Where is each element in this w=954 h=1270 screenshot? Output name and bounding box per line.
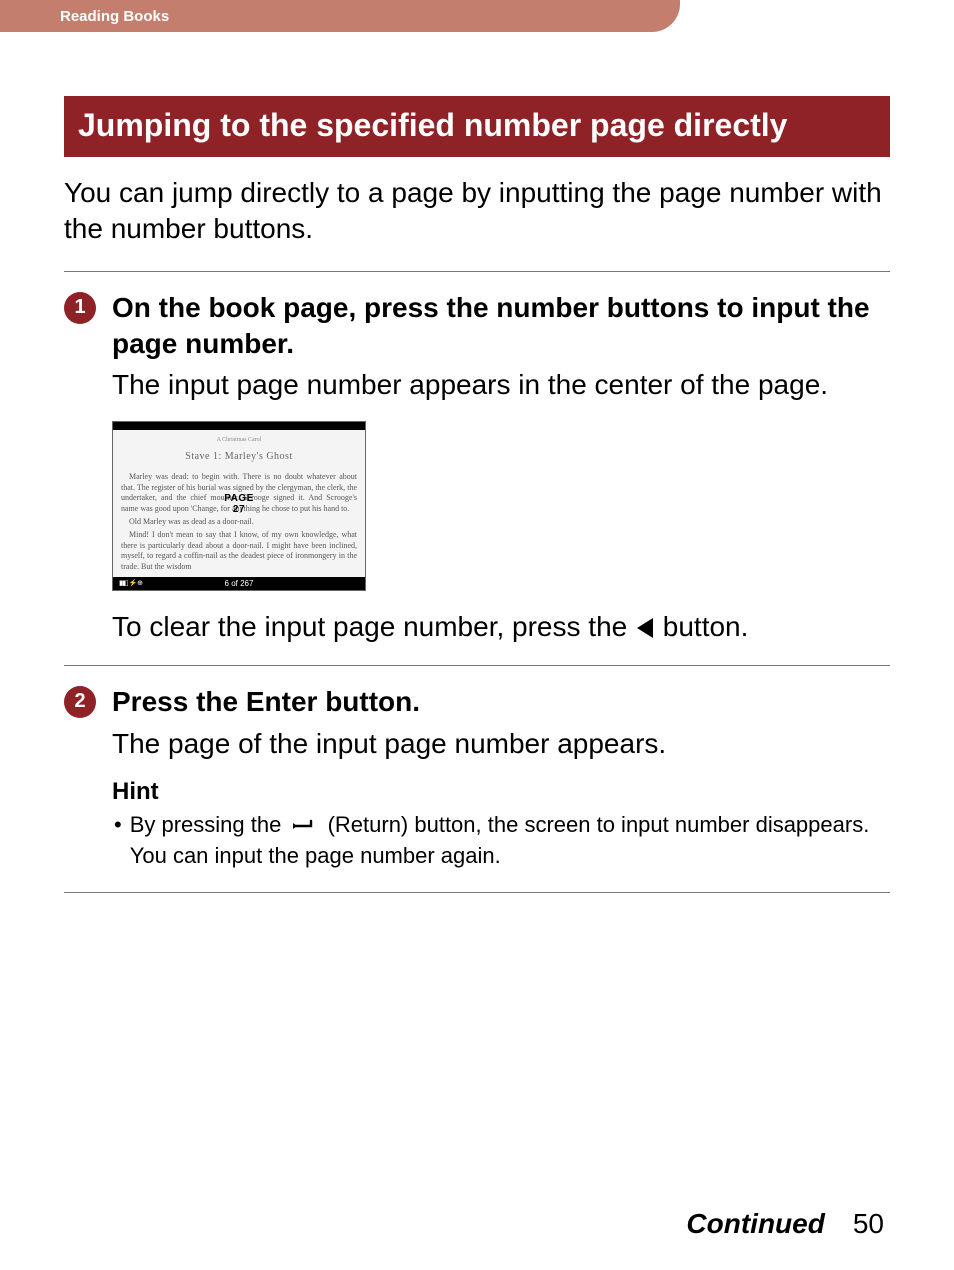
step-item: 1 On the book page, press the number but… — [64, 290, 890, 665]
intro-text: You can jump directly to a page by input… — [64, 175, 890, 247]
manual-page: Reading Books Jumping to the specified n… — [0, 0, 954, 1270]
divider — [64, 892, 890, 893]
overlay-page-number: 27 — [224, 504, 254, 515]
screenshot-paragraph: Old Marley was as dead as a door-nail. — [121, 517, 357, 528]
section-title: Jumping to the specified number page dir… — [64, 96, 890, 157]
left-arrow-icon — [637, 618, 653, 638]
page-input-overlay: PAGE 27 — [224, 493, 254, 515]
clear-text-before: To clear the input page number, press th… — [112, 611, 635, 642]
hint-text-before: By pressing the — [130, 812, 288, 837]
screenshot-paragraph: Mind! I don't mean to say that I know, o… — [121, 530, 357, 573]
screenshot-body: A Christmas Carol Stave 1: Marley's Ghos… — [113, 430, 365, 577]
clear-text-after: button. — [655, 611, 748, 642]
divider — [64, 271, 890, 272]
hint-text: By pressing the (Return) button, the scr… — [130, 810, 890, 870]
screenshot-book-title: A Christmas Carol — [121, 436, 357, 444]
step-number-badge: 1 — [64, 292, 96, 324]
page-number: 50 — [853, 1208, 884, 1239]
hint-item: • By pressing the (Return) button, the s… — [112, 810, 890, 870]
step-description: The page of the input page number appear… — [112, 726, 890, 762]
section-tab: Reading Books — [0, 0, 680, 32]
page-footer: Continued 50 — [686, 1208, 884, 1240]
clear-instruction: To clear the input page number, press th… — [112, 611, 890, 643]
step-description: The input page number appears in the cen… — [112, 367, 890, 403]
bullet-icon: • — [114, 810, 122, 870]
screenshot-page-indicator: 6 of 267 — [225, 579, 254, 588]
step-title: On the book page, press the number butto… — [112, 290, 890, 362]
continued-label: Continued — [686, 1208, 824, 1239]
battery-icon: ▮▮▯ ⚡ ⊕ — [119, 579, 142, 587]
screenshot-top-bar — [113, 422, 365, 430]
screenshot-footer: ▮▮▯ ⚡ ⊕ 6 of 267 — [113, 577, 365, 590]
overlay-page-label: PAGE — [224, 493, 254, 504]
section-tab-bar: Reading Books — [0, 0, 954, 40]
step-number-badge: 2 — [64, 686, 96, 718]
step-item: 2 Press the Enter button. The page of th… — [64, 684, 890, 870]
return-icon — [291, 812, 317, 841]
divider — [64, 665, 890, 666]
step-title: Press the Enter button. — [112, 684, 890, 720]
hint-heading: Hint — [112, 778, 890, 806]
step-body: On the book page, press the number butto… — [112, 290, 890, 665]
device-screenshot: A Christmas Carol Stave 1: Marley's Ghos… — [112, 421, 366, 591]
section-tab-label: Reading Books — [60, 8, 169, 25]
screenshot-chapter-title: Stave 1: Marley's Ghost — [121, 450, 357, 464]
step-body: Press the Enter button. The page of the … — [112, 684, 890, 870]
page-content: Jumping to the specified number page dir… — [0, 40, 954, 893]
